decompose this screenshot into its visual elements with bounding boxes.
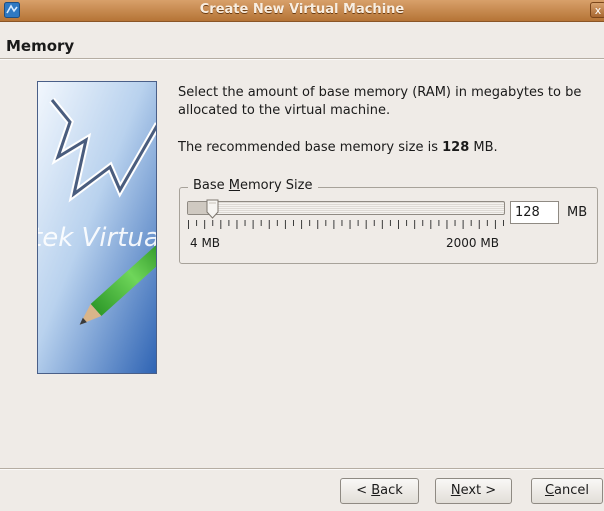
- memory-slider[interactable]: [187, 201, 505, 215]
- slider-max-label: 2000 MB: [446, 236, 499, 250]
- memory-unit-label: MB: [567, 205, 588, 220]
- memory-size-input[interactable]: [510, 201, 559, 224]
- back-button[interactable]: < Back: [340, 478, 419, 504]
- memory-slider-handle[interactable]: [206, 199, 219, 219]
- close-icon: x: [594, 4, 602, 17]
- window-titlebar[interactable]: Create New Virtual Machine x: [0, 0, 604, 22]
- header-separator: [0, 58, 604, 60]
- close-window-button[interactable]: x: [590, 2, 604, 18]
- window-title: Create New Virtual Machine: [199, 2, 405, 17]
- description-text: Select the amount of base memory (RAM) i…: [178, 85, 582, 118]
- memory-slider-ticks: [188, 220, 504, 229]
- footer-separator: [0, 468, 604, 470]
- memory-description: Select the amount of base memory (RAM) i…: [178, 84, 598, 120]
- base-memory-size-label: Base Memory Size: [188, 178, 318, 193]
- page-title: Memory: [6, 37, 75, 55]
- side-image-caption: tek Virtua: [38, 223, 156, 253]
- slider-min-label: 4 MB: [190, 236, 221, 250]
- recommended-value: 128: [442, 140, 470, 155]
- next-button[interactable]: Next >: [435, 478, 512, 504]
- recommendation-text: The recommended base memory size is 128 …: [178, 140, 498, 155]
- wizard-side-image: tek Virtua: [37, 81, 157, 374]
- cancel-button[interactable]: Cancel: [531, 478, 603, 504]
